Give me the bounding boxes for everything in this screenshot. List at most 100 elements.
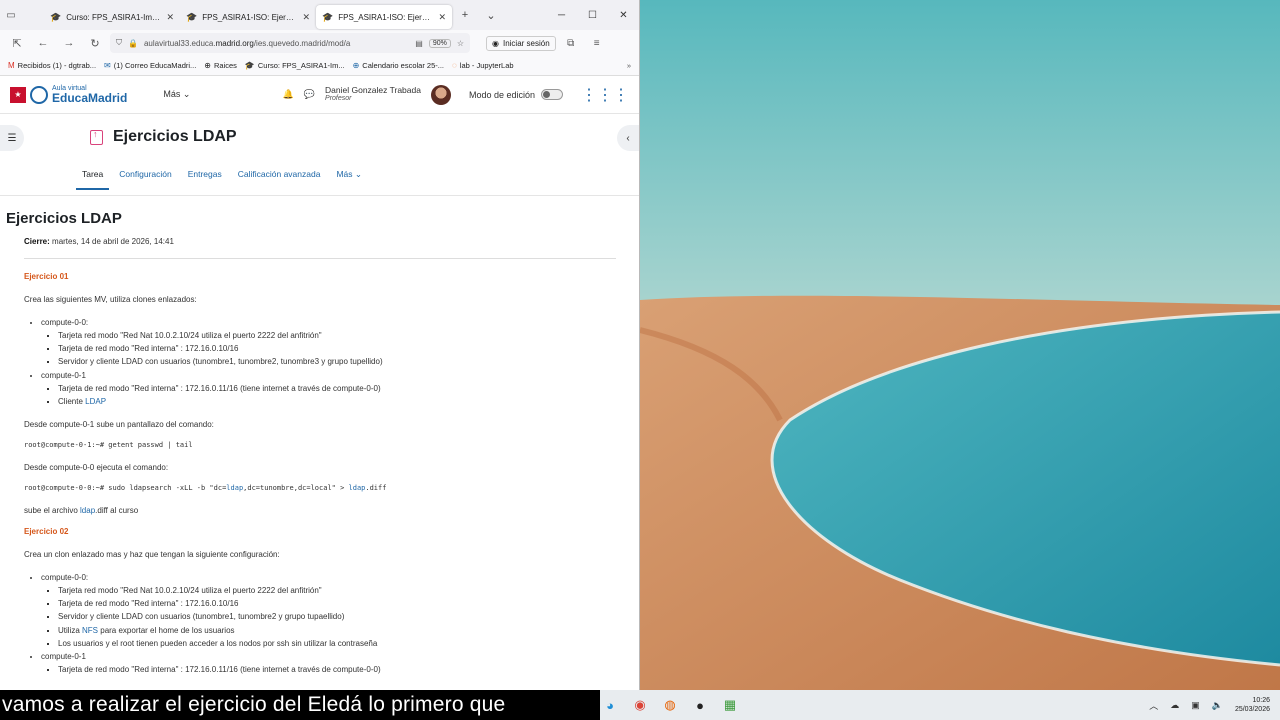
page-title-block: Ejercicios LDAP [90,128,237,146]
zoom-level[interactable]: 90% [428,38,451,48]
tab-list-chevron-icon[interactable]: ⌄ [478,9,504,22]
caption-text: vamos a realizar el ejercicio del Eledá … [2,693,506,716]
extensions-icon[interactable]: ⧉ [560,38,582,49]
chrome-icon[interactable]: ◉ [630,695,650,715]
volume-icon[interactable]: 🔈 [1212,700,1223,711]
address-bar[interactable]: ⛉ 🔒 aulavirtual33.educa.madrid.org/ies.q… [110,33,470,53]
edit-mode-toggle[interactable] [541,89,563,100]
url-text[interactable]: aulavirtual33.educa.madrid.org/ies.queve… [144,39,409,48]
page-header: ☰ Ejercicios LDAP ‹ Tarea Configuración … [0,114,639,196]
clock-time: 10:26 [1252,696,1270,704]
educamadrid-logo[interactable]: ★ Aula virtual EducaMadrid [10,85,127,104]
user-role: Profesor [325,95,352,103]
extension-icon[interactable]: ⇱ [6,37,28,50]
nfs-link[interactable]: NFS [82,626,98,635]
reload-icon[interactable]: ↻ [84,37,106,50]
onedrive-icon[interactable]: ☁ [1170,700,1179,711]
edge-icon[interactable]: ◕ [600,695,620,715]
moodle-header: ★ Aula virtual EducaMadrid Más ⌄ 🔔 💬 Dan… [0,76,639,114]
account-icon: ◉ [492,38,499,48]
tab-title: FPS_ASIRA1-ISO: Ejercicios [202,12,298,22]
list-item: Tarjeta de red modo "Red interna" : 172.… [58,342,616,355]
bookmark-item[interactable]: ✉ (1) Correo EducaMadri... [104,61,196,70]
list-item: Utiliza NFS para exportar el home de los… [58,624,616,637]
clock[interactable]: 10:26 25/03/2026 [1235,696,1270,714]
list-item: compute-0-0: Tarjeta red modo "Red Nat 1… [41,316,616,369]
close-window-icon[interactable]: ✕ [608,10,639,21]
more-bookmarks-icon[interactable]: » [627,61,631,70]
tab-title: Curso: FPS_ASIRA1-Implant [66,12,162,22]
browser-tab-1[interactable]: 🎓 Curso: FPS_ASIRA1-Implant ✕ [44,5,180,29]
notepad-icon[interactable]: ▦ [720,695,740,715]
new-tab-icon[interactable]: + [452,9,478,21]
bookmark-item[interactable]: 🎓 Curso: FPS_ASIRA1-Im... [245,61,345,70]
bookmark-item[interactable]: M Recibidos (1) - dgtrab... [8,61,96,70]
close-tab-icon[interactable]: ✕ [166,12,174,23]
list-item: Tarjeta de red modo "Red interna" : 172.… [58,663,616,676]
list-item: compute-0-1 Tarjeta de red modo "Red int… [41,650,616,676]
maximize-icon[interactable]: ☐ [577,10,608,21]
bookmarks-bar: M Recibidos (1) - dgtrab... ✉ (1) Correo E… [0,56,639,76]
bookmark-item[interactable]: ◌ lab - JupyterLab [452,61,514,70]
obs-icon[interactable]: ● [690,695,710,715]
madrid-flag-icon: ★ [10,86,26,103]
signin-button[interactable]: ◉ Iniciar sesión [486,35,556,51]
moodle-icon: 🎓 [50,11,62,22]
ldap-link[interactable]: ldap [80,506,95,515]
tab-entregas[interactable]: Entregas [182,169,228,190]
gmail-icon: M [8,61,15,70]
tab-calificacion-avanzada[interactable]: Calificación avanzada [232,169,327,190]
apps-grid-icon[interactable]: ⋮⋮⋮ [581,85,629,105]
minimize-icon[interactable]: ─ [546,10,577,21]
browser-tab-3-active[interactable]: 🎓 FPS_ASIRA1-ISO: Ejercicios ✕ [316,5,452,29]
clock-date: 25/03/2026 [1234,706,1270,713]
assignment-description: Cierre: martes, 14 de abril de 2026, 14:… [24,237,616,676]
list-item: Tarjeta de red modo "Red interna" : 172.… [58,597,616,610]
menu-icon[interactable]: ≡ [586,38,608,49]
close-tab-icon[interactable]: ✕ [302,12,310,23]
bookmark-item[interactable]: ⊕ Raices [204,61,237,70]
bookmark-item[interactable]: ⊕ Calendario escolar 25-... [353,61,444,70]
tab-configuracion[interactable]: Configuración [113,169,177,190]
bell-icon[interactable]: 🔔 [283,89,294,100]
back-icon[interactable]: ← [32,37,54,49]
course-index-toggle-icon[interactable]: ☰ [0,125,24,151]
list-item: Tarjeta red modo "Red Nat 10.0.2.10/24 u… [58,329,616,342]
avatar[interactable] [430,84,451,105]
navigation-bar: ⇱ ← → ↻ ⛉ 🔒 aulavirtual33.educa.madrid.o… [0,30,639,56]
ldap-link[interactable]: ldap [226,484,243,492]
video-caption: vamos a realizar el ejercicio del Eledá … [0,690,600,720]
list-item: Cliente LDAP [58,395,616,408]
reader-view-icon[interactable]: ▤ [415,39,423,48]
window-controls: ─ ☐ ✕ [546,10,639,21]
edit-mode-switch[interactable]: Modo de edición [469,89,563,100]
lock-icon[interactable]: 🔒 [128,39,138,48]
ldap-link[interactable]: ldap [349,484,366,492]
right-drawer-toggle-icon[interactable]: ‹ [617,125,639,151]
list-item: compute-0-1 Tarjeta de red modo "Red int… [41,369,616,408]
tab-overview-icon[interactable]: ▭ [0,0,22,30]
moodle-icon: 🎓 [322,11,334,22]
more-menu[interactable]: Más ⌄ [163,89,190,100]
exercise-1-title: Ejercicio 01 [24,272,69,281]
close-tab-icon[interactable]: ✕ [438,12,446,23]
exercise-1-intro: Crea las siguientes MV, utiliza clones e… [24,295,197,304]
tab-tarea[interactable]: Tarea [76,169,110,190]
firefox-icon[interactable]: ◍ [660,695,680,715]
chevron-up-icon[interactable]: ︿ [1149,699,1158,712]
network-icon[interactable]: ▣ [1191,700,1200,711]
tab-mas[interactable]: Más ⌄ [330,169,368,190]
forward-icon[interactable]: → [58,37,80,49]
jupyter-icon: ◌ [452,61,457,70]
ldap-link[interactable]: LDAP [85,397,106,406]
chat-icon[interactable]: 💬 [304,89,315,100]
browser-tab-2[interactable]: 🎓 FPS_ASIRA1-ISO: Ejercicios ✕ [180,5,316,29]
bookmark-star-icon[interactable]: ☆ [457,39,464,48]
shield-icon[interactable]: ⛉ [116,38,122,48]
logo-title: EducaMadrid [52,91,128,105]
user-info[interactable]: Daniel Gonzalez Trabada Profesor [325,85,421,104]
content-heading: Ejercicios LDAP [6,210,122,227]
globe-icon: ⊕ [352,61,360,70]
list-item: compute-0-0: Tarjeta red modo "Red Nat 1… [41,571,616,650]
